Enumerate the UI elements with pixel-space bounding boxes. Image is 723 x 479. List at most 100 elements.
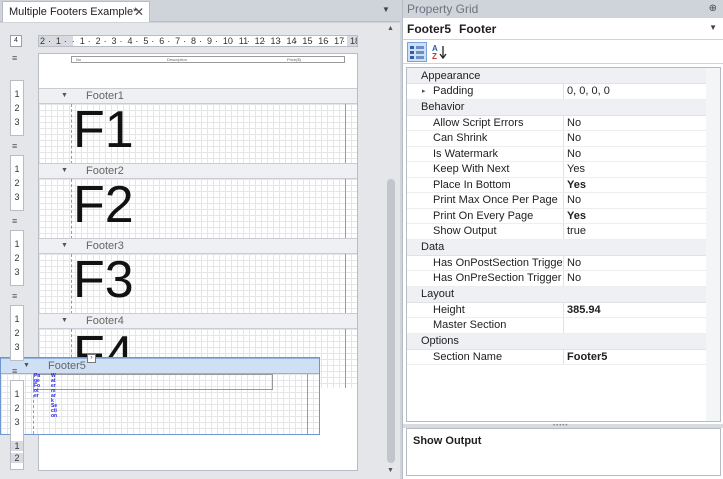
- band-handle-icon[interactable]: ≡: [12, 291, 17, 301]
- band-body-footer1[interactable]: F1: [39, 101, 357, 164]
- property-value[interactable]: Yes: [564, 209, 720, 224]
- band-label-text[interactable]: F2: [73, 175, 134, 235]
- collapse-triangle-icon[interactable]: ▼: [61, 242, 68, 249]
- gutter-number: 1: [14, 239, 20, 249]
- gutter-number: 1: [14, 389, 20, 399]
- margin-guide: [345, 329, 346, 388]
- document-tab[interactable]: Multiple Footers Example* ✕: [2, 1, 150, 22]
- property-name: Has OnPreSection Trigger: [407, 271, 564, 286]
- property-row[interactable]: Has OnPostSection Trigger No: [407, 255, 720, 271]
- band-gutter-footer4[interactable]: 1 2 3: [10, 305, 24, 361]
- property-row[interactable]: Section Name Footer5: [407, 349, 720, 365]
- property-value[interactable]: No: [564, 131, 720, 146]
- property-row[interactable]: Keep With Next Yes: [407, 162, 720, 178]
- ruler-tick-label: 2: [40, 36, 46, 46]
- category-data[interactable]: Data⌃: [407, 239, 720, 256]
- property-name: Place In Bottom: [407, 177, 564, 192]
- band-header-footer5[interactable]: ▼ Footer5 ›: [1, 354, 319, 374]
- band-handle-icon[interactable]: ≡: [12, 216, 17, 226]
- property-row[interactable]: Place In Bottom Yes: [407, 177, 720, 193]
- header-row[interactable]: No Description Price($): [71, 56, 345, 63]
- scroll-down-icon[interactable]: ▼: [387, 467, 394, 474]
- category-options[interactable]: Options⌃: [407, 333, 720, 350]
- band-body-footer2[interactable]: F2: [39, 176, 357, 239]
- ruler-tick-label: 9: [206, 36, 212, 46]
- band-label-text[interactable]: F3: [73, 250, 134, 310]
- property-value[interactable]: Footer5: [564, 350, 720, 365]
- chevron-down-icon[interactable]: ▼: [709, 23, 717, 32]
- close-icon[interactable]: ✕: [134, 5, 144, 19]
- expand-arrow-icon[interactable]: ▸: [422, 84, 426, 99]
- vertical-label[interactable]: Watermark Section: [51, 374, 58, 419]
- ruler-tick-label: ·: [278, 36, 282, 46]
- band-gutter-footer1[interactable]: 1 2 3: [10, 80, 24, 136]
- band-handle-icon[interactable]: ≡: [12, 366, 17, 376]
- property-row[interactable]: Height 385.94: [407, 302, 720, 318]
- gutter-number: 1: [14, 314, 20, 324]
- property-value[interactable]: Yes: [564, 162, 720, 177]
- ruler-tick-label: ·: [135, 36, 139, 46]
- property-value[interactable]: true: [564, 224, 720, 239]
- property-value[interactable]: No: [564, 193, 720, 208]
- ruler-tick-label: ·: [47, 36, 51, 46]
- category-appearance[interactable]: Appearance⌃: [407, 68, 720, 84]
- property-grid-scrollbar[interactable]: [706, 68, 720, 421]
- property-row[interactable]: Master Section: [407, 318, 720, 334]
- alphabetical-view-button[interactable]: A Z: [429, 42, 449, 62]
- collapse-triangle-icon[interactable]: ▼: [23, 362, 30, 369]
- property-value[interactable]: [564, 318, 720, 333]
- vertical-label[interactable]: Page Footer: [34, 374, 41, 399]
- ruler-tick-label: 3: [111, 36, 117, 46]
- pin-icon[interactable]: ⊕: [709, 3, 717, 14]
- object-selector[interactable]: Footer5 Footer ▼: [403, 18, 723, 40]
- ruler-corner-icon[interactable]: 4: [10, 35, 22, 47]
- property-value[interactable]: No: [564, 271, 720, 286]
- property-value[interactable]: 0, 0, 0, 0: [564, 84, 720, 99]
- band-gutter-footer3[interactable]: 1 2 3: [10, 230, 24, 286]
- collapse-triangle-icon[interactable]: ▼: [61, 167, 68, 174]
- band-gutter-footer2[interactable]: 1 2 3: [10, 155, 24, 211]
- band-handle-icon[interactable]: ≡: [12, 141, 17, 151]
- property-value[interactable]: No: [564, 116, 720, 131]
- collapse-triangle-icon[interactable]: ▼: [61, 317, 68, 324]
- horizontal-ruler[interactable]: 2 · 1 · · 1 · 2 · 3 · 4 · 5 · 6 · 7 · 8 · 9 · 10 · 11 · 12 · 13 · 14 · 15…: [38, 35, 358, 47]
- scroll-thumb[interactable]: [387, 179, 395, 463]
- tab-dropdown-icon[interactable]: ▼: [382, 5, 390, 14]
- property-row[interactable]: Can Shrink No: [407, 131, 720, 147]
- collapse-triangle-icon[interactable]: ▼: [61, 92, 68, 99]
- gutter-number: 1: [14, 164, 20, 174]
- property-row[interactable]: Print Max Once Per Page No: [407, 193, 720, 209]
- watermark-box[interactable]: [33, 374, 273, 390]
- page-header-band[interactable]: No Description Price($): [39, 54, 357, 64]
- band-label-text[interactable]: F1: [73, 100, 134, 160]
- smart-tag-icon[interactable]: ›: [87, 354, 96, 363]
- property-row[interactable]: Is Watermark No: [407, 146, 720, 162]
- category-behavior[interactable]: Behavior⌃: [407, 99, 720, 116]
- ruler-ticks: 2 · 1 · · 1 · 2 · 3 · 4 · 5 · 6 · 7 · 8 · 9 · 10 · 11 · 12 · 13 · 14 · 15…: [39, 36, 357, 46]
- property-value[interactable]: No: [564, 256, 720, 271]
- band-handle-icon[interactable]: ≡: [12, 53, 17, 63]
- categorized-view-button[interactable]: [407, 41, 427, 62]
- band-body-footer5[interactable]: Page Footer Watermark Section: [1, 374, 319, 434]
- property-row[interactable]: Has OnPreSection Trigger No: [407, 271, 720, 287]
- header-cell: No: [76, 57, 82, 62]
- report-designer[interactable]: 4 2 · 1 · · 1 · 2 · 3 · 4 · 5 · 6 · 7 · 8 · 9 · 10 · 11 · 12 · 13 · 14 ·…: [0, 23, 400, 479]
- property-value[interactable]: No: [564, 147, 720, 162]
- band-footer5-selected[interactable]: ▼ Footer5 › Page Footer Watermark Sectio…: [0, 354, 320, 435]
- header-cell: Price($): [287, 57, 302, 62]
- ruler-tick-label: 6: [159, 36, 165, 46]
- scroll-up-icon[interactable]: ▲: [387, 25, 394, 32]
- property-row[interactable]: Print On Every Page Yes: [407, 208, 720, 224]
- category-layout[interactable]: Layout⌃: [407, 286, 720, 303]
- property-grid-list[interactable]: Appearance⌃▸Padding0, 0, 0, 0Behavior⌃Al…: [406, 67, 721, 422]
- gutter-number: 3: [14, 417, 20, 427]
- property-value[interactable]: Yes: [564, 178, 720, 193]
- property-value[interactable]: 385.94: [564, 303, 720, 318]
- designer-vertical-scrollbar[interactable]: ▲ ▼: [384, 23, 398, 479]
- property-row[interactable]: ▸ Padding 0, 0, 0, 0: [407, 84, 720, 100]
- property-row[interactable]: Show Output true: [407, 224, 720, 240]
- band-gutter-footer5[interactable]: 1 2 3 1 2: [10, 380, 24, 470]
- band-body-footer3[interactable]: F3: [39, 251, 357, 314]
- property-name: Keep With Next: [407, 162, 564, 177]
- property-row[interactable]: Allow Script Errors No: [407, 115, 720, 131]
